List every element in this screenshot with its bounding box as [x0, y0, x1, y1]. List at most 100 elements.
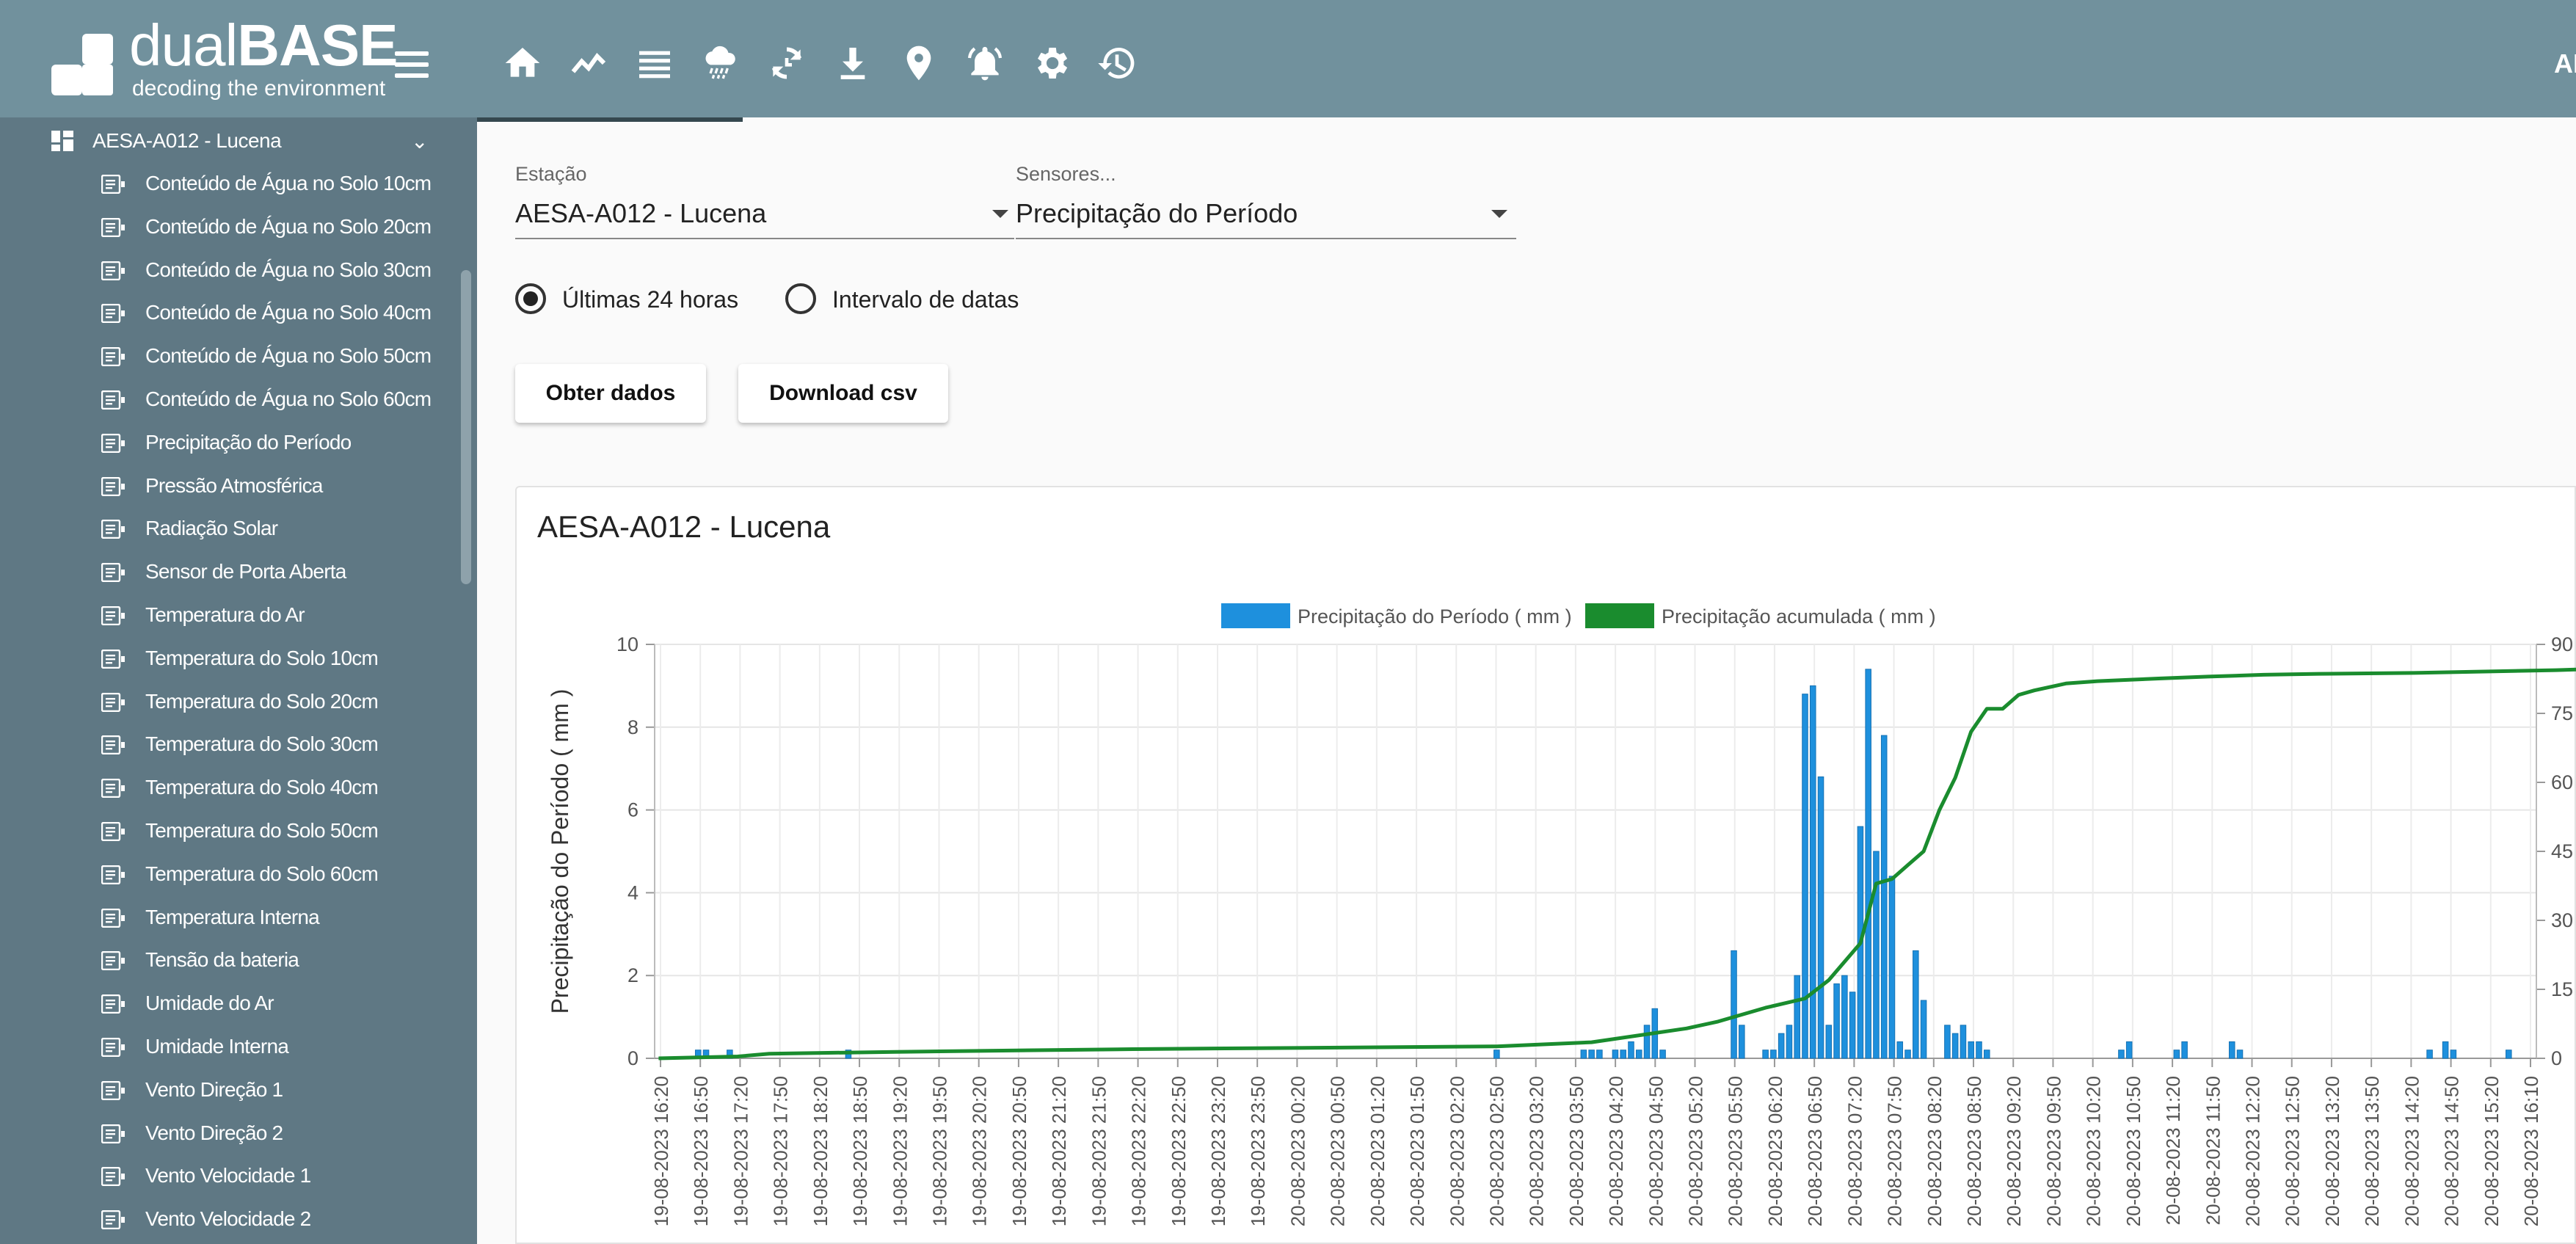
precip-bar [2506, 1050, 2512, 1059]
sidebar-sensor-item[interactable]: Tensão da bateria [0, 938, 470, 981]
sensor-list: Conteúdo de Água no Solo 10cm Conteúdo de… [0, 161, 470, 1240]
trend-icon[interactable] [568, 43, 612, 87]
x-tick-label: 20-08-2023 06:50 [1804, 1076, 1826, 1226]
station-dropdown-icon[interactable] [992, 210, 1008, 218]
precip-bar [1841, 975, 1848, 1059]
download-csv-button[interactable]: Download csv [738, 364, 948, 423]
x-tick-label: 20-08-2023 16:10 [2520, 1076, 2542, 1226]
sidebar-sensor-label: Umidade do Ar [145, 992, 274, 1015]
sidebar-sensor-item[interactable]: Conteúdo de Água no Solo 20cm [0, 205, 470, 248]
x-tick-label: 20-08-2023 15:20 [2481, 1076, 2503, 1226]
hamburger-menu-icon[interactable] [395, 51, 433, 81]
x-tick-label: 19-08-2023 17:20 [729, 1076, 752, 1226]
sidebar-sensor-item[interactable]: Radiação Solar [0, 506, 470, 550]
alarm-icon[interactable] [964, 43, 1008, 87]
sensor-list-icon [101, 951, 125, 971]
x-tick-label: 20-08-2023 00:50 [1327, 1076, 1349, 1226]
sidebar-sensor-item[interactable]: Conteúdo de Água no Solo 10cm [0, 161, 470, 205]
station-select[interactable]: AESA-A012 - Lucena [515, 198, 766, 229]
user-initials[interactable]: AI [2554, 48, 2576, 79]
precip-bar [2450, 1050, 2457, 1059]
precip-bar [1643, 1025, 1651, 1059]
sidebar-sensor-item[interactable]: Conteúdo de Água no Solo 60cm [0, 377, 470, 421]
sensor-list-icon [101, 1080, 125, 1100]
top-toolbar [477, 0, 2576, 117]
x-tick-label: 19-08-2023 17:50 [770, 1076, 792, 1226]
sidebar-sensor-item[interactable]: Temperatura Interna [0, 895, 470, 939]
sensors-underline [1016, 238, 1516, 239]
sidebar-sensor-label: Temperatura do Solo 20cm [145, 689, 379, 713]
sidebar-sensor-item[interactable]: Umidade do Ar [0, 981, 470, 1025]
x-tick-label: 20-08-2023 11:50 [2202, 1076, 2224, 1225]
logo-area: dualBASE decoding the environment [0, 0, 477, 117]
sidebar-sensor-item[interactable]: Conteúdo de Água no Solo 30cm [0, 248, 470, 291]
sidebar-sensor-label: Vento Velocidade 2 [145, 1207, 311, 1231]
sidebar-sensor-label: Vento Velocidade 1 [145, 1164, 311, 1187]
sidebar-sensor-item[interactable]: Conteúdo de Água no Solo 50cm [0, 334, 470, 377]
sidebar-sensor-item[interactable]: Vento Velocidade 2 [0, 1197, 470, 1240]
y-tick-label: 8 [627, 716, 638, 738]
sensor-list-icon [101, 649, 125, 669]
sidebar-station-item[interactable]: AESA-A012 - Lucena ⌄ [0, 123, 455, 159]
sensors-select[interactable]: Precipitação do Período [1016, 198, 1298, 229]
sidebar-sensor-item[interactable]: Vento Direção 2 [0, 1111, 470, 1154]
sensors-dropdown-icon[interactable] [1491, 210, 1507, 218]
sidebar-sensor-item[interactable]: Vento Direção 1 [0, 1068, 470, 1111]
radio-last-24h-label: Últimas 24 horas [562, 286, 739, 313]
x-tick-label: 19-08-2023 23:50 [1247, 1076, 1269, 1226]
sidebar-sensor-label: Tensão da bateria [145, 948, 299, 972]
sidebar-sensor-item[interactable]: Temperatura do Solo 10cm [0, 636, 470, 680]
legend-swatch-accumulated [1585, 603, 1654, 628]
x-tick-label: 19-08-2023 20:20 [969, 1076, 991, 1226]
precip-bar [2228, 1041, 2235, 1059]
radio-date-interval[interactable] [785, 283, 816, 314]
precip-bar [1920, 1000, 1927, 1059]
sensor-list-icon [101, 520, 125, 539]
gear-icon[interactable] [1030, 43, 1074, 87]
sensor-list-icon [101, 821, 125, 841]
x-tick-label: 19-08-2023 16:50 [690, 1076, 712, 1226]
precip-bar [1786, 1025, 1793, 1059]
sensor-list-icon [101, 563, 125, 583]
sidebar-sensor-item[interactable]: Temperatura do Solo 20cm [0, 680, 470, 723]
x-tick-label: 19-08-2023 18:50 [849, 1076, 871, 1226]
y-tick-label: 10 [616, 633, 638, 655]
list-icon[interactable] [634, 43, 678, 87]
sidebar-sensor-item[interactable]: Precipitação do Período [0, 421, 470, 464]
x-tick-label: 20-08-2023 07:20 [1844, 1076, 1866, 1226]
sidebar-sensor-item[interactable]: Temperatura do Ar [0, 593, 470, 636]
x-tick-label: 19-08-2023 22:20 [1128, 1076, 1150, 1226]
x-tick-label: 20-08-2023 09:50 [2042, 1076, 2064, 1226]
sidebar-sensor-item[interactable]: Temperatura do Solo 60cm [0, 852, 470, 895]
precip-bar [1596, 1050, 1603, 1059]
x-tick-label: 20-08-2023 04:20 [1605, 1076, 1627, 1226]
sidebar-sensor-item[interactable]: Conteúdo de Água no Solo 40cm [0, 291, 470, 334]
y-tick-label: 2 [627, 964, 638, 986]
history-icon[interactable] [1096, 43, 1140, 87]
radio-last-24h[interactable] [515, 283, 546, 314]
precip-bar [1951, 1033, 1959, 1059]
home-icon[interactable] [502, 43, 546, 87]
sidebar-sensor-item[interactable]: Umidade Interna [0, 1025, 470, 1068]
sidebar-sensor-label: Conteúdo de Água no Solo 60cm [145, 387, 432, 410]
weather-station-icon[interactable] [700, 43, 744, 87]
location-pin-icon[interactable] [898, 43, 942, 87]
precip-bar [1976, 1041, 1982, 1059]
sidebar-scrollbar[interactable] [461, 270, 471, 584]
sensor-list-icon [101, 175, 125, 194]
sidebar-sensor-item[interactable]: Vento Velocidade 1 [0, 1154, 470, 1197]
sidebar-sensor-item[interactable]: Pressão Atmosférica [0, 464, 470, 507]
sidebar-sensor-item[interactable]: Sensor de Porta Aberta [0, 550, 470, 593]
get-data-button[interactable]: Obter dados [515, 364, 706, 423]
legend-swatch-period [1221, 603, 1290, 628]
sidebar-sensor-label: Temperatura do Solo 30cm [145, 732, 379, 756]
download-icon[interactable] [832, 43, 876, 87]
dualbase-logo-icon [51, 34, 113, 95]
x-tick-label: 20-08-2023 13:50 [2361, 1076, 2383, 1226]
x-tick-label: 20-08-2023 01:20 [1367, 1076, 1389, 1226]
sidebar-sensor-item[interactable]: Temperatura do Solo 40cm [0, 765, 470, 809]
precip-bar [1739, 1025, 1745, 1059]
sidebar-sensor-item[interactable]: Temperatura do Solo 50cm [0, 809, 470, 852]
sidebar-sensor-item[interactable]: Temperatura do Solo 30cm [0, 722, 470, 765]
sync-icon[interactable] [766, 43, 810, 87]
